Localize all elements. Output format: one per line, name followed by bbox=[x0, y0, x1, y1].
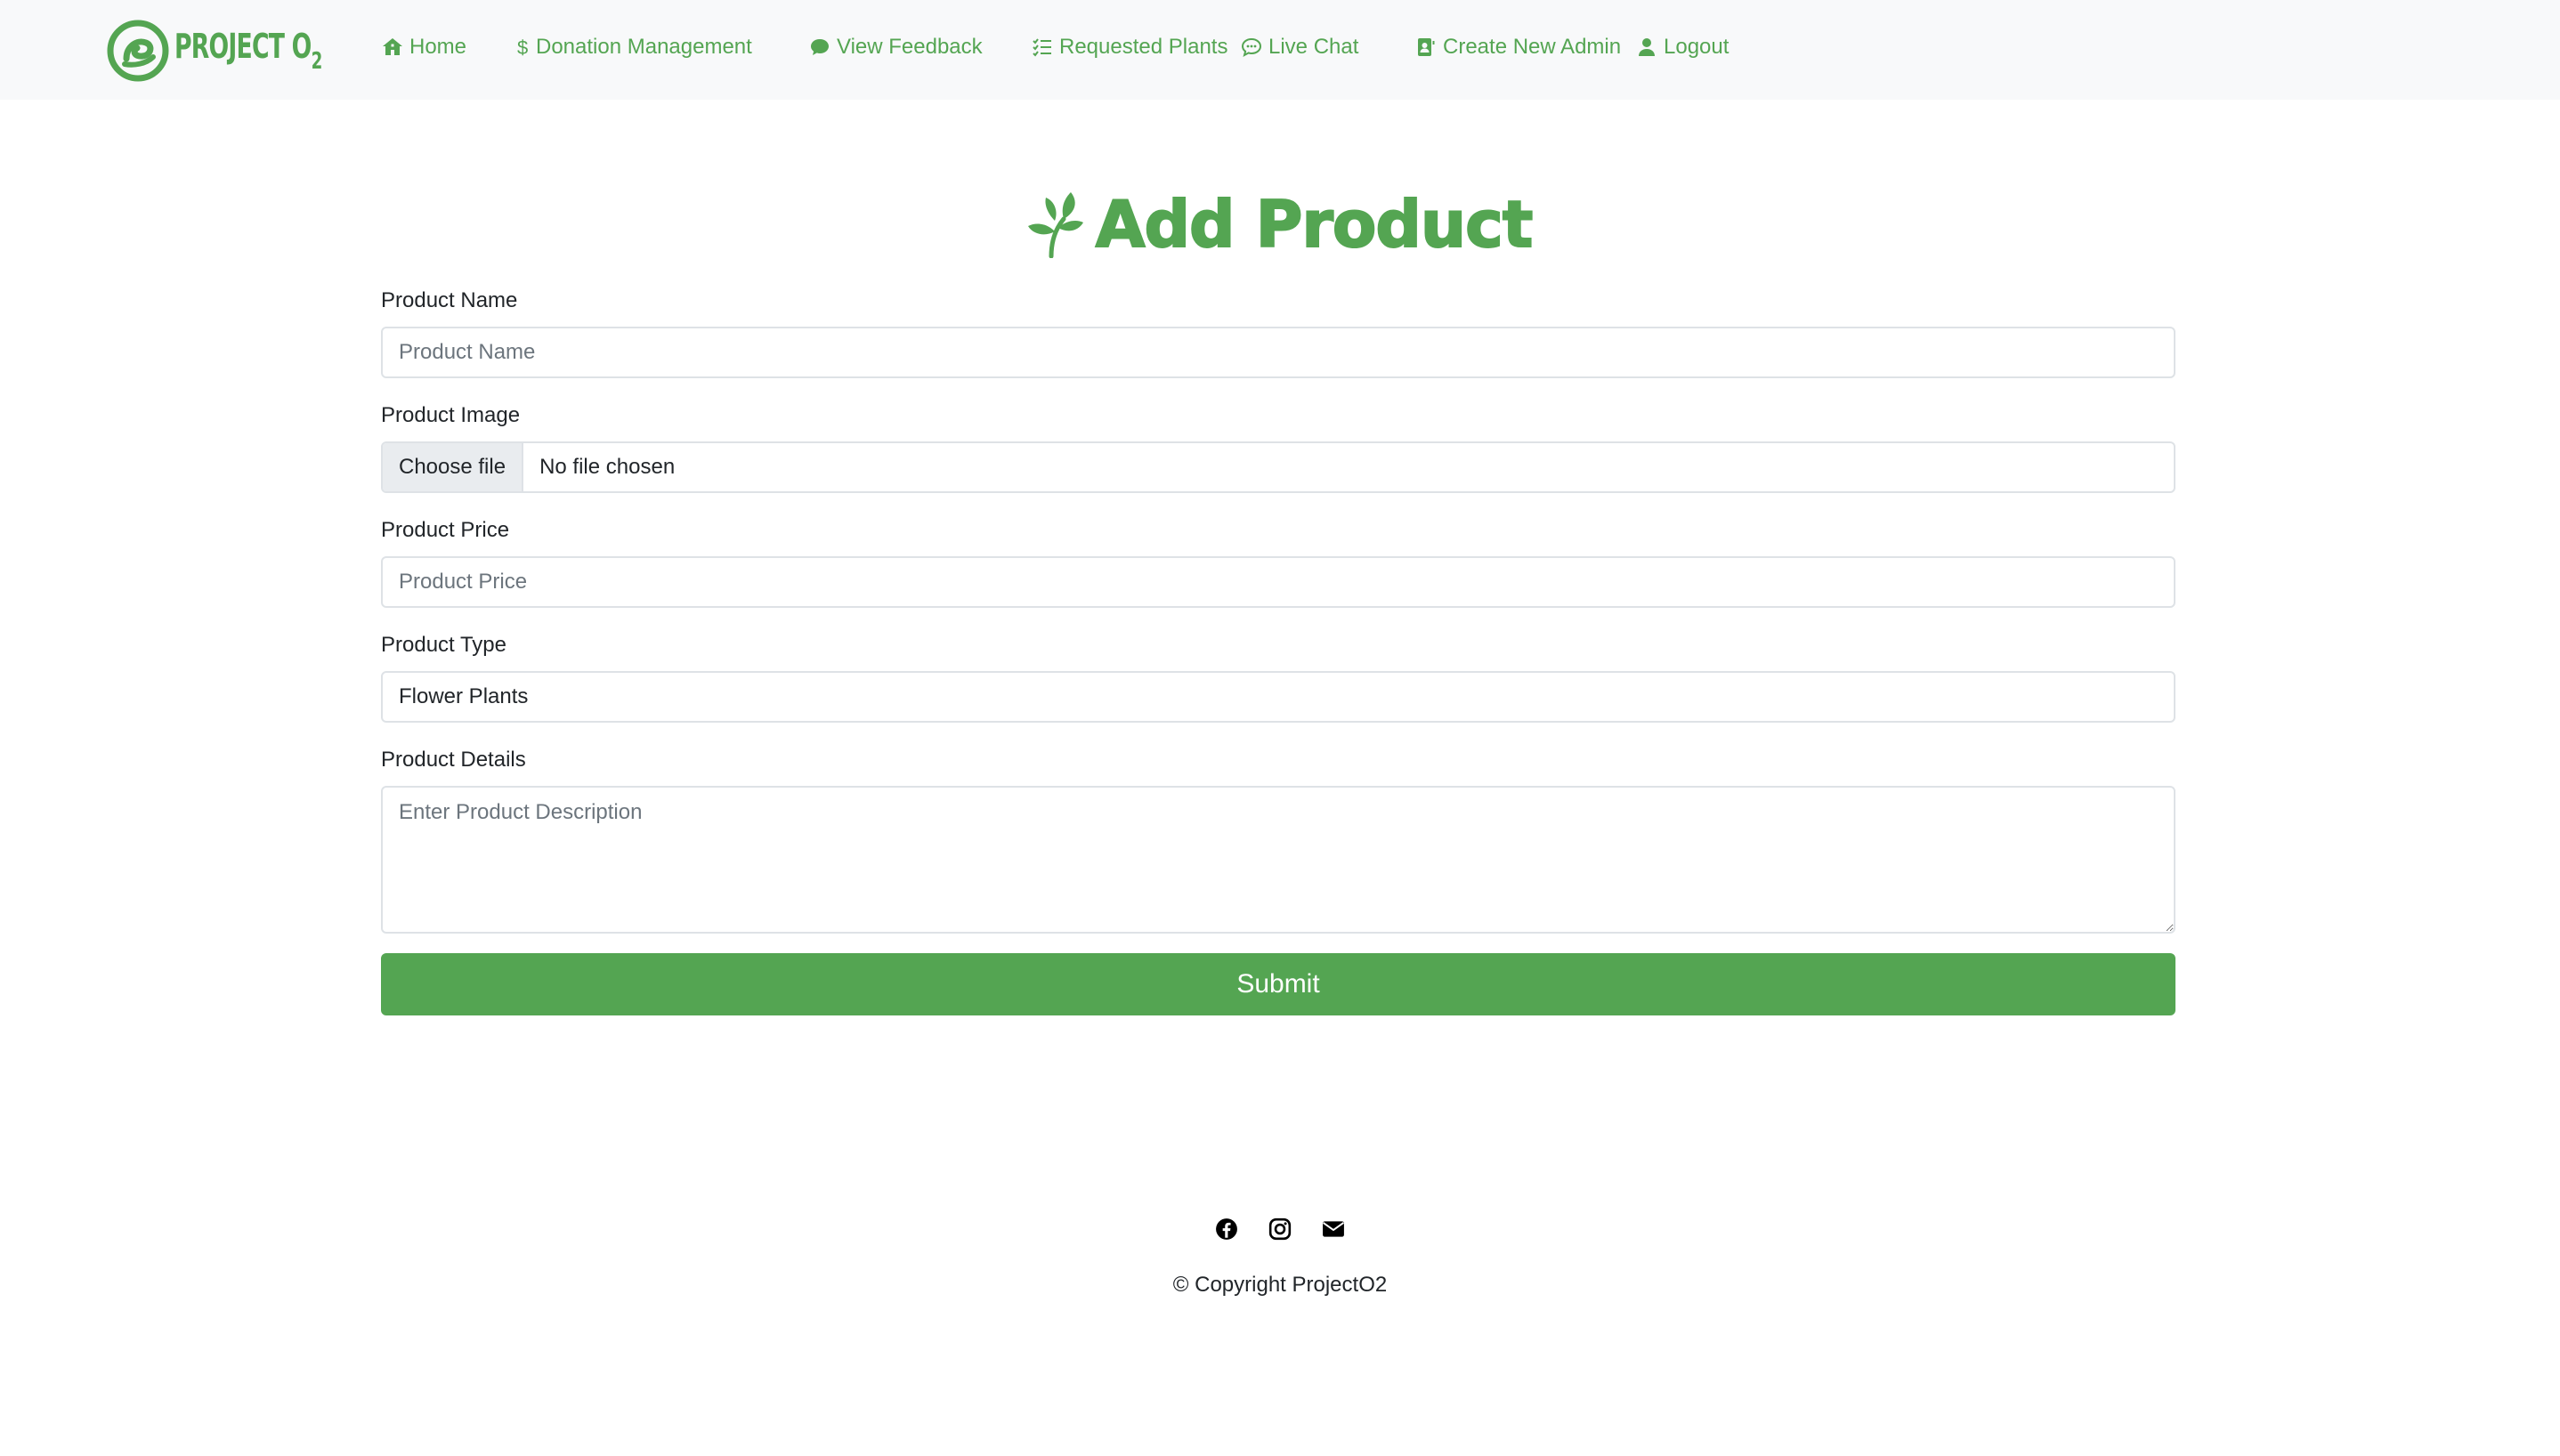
project-o2-logo-icon bbox=[107, 20, 169, 82]
submit-button[interactable]: Submit bbox=[381, 953, 2175, 1015]
social-links bbox=[0, 1217, 2560, 1241]
brand-subscript: 2 bbox=[311, 47, 323, 75]
nav-logout[interactable]: Logout bbox=[1635, 35, 1733, 60]
nav-live-chat-label: Live Chat bbox=[1268, 35, 1359, 59]
copyright-text: © Copyright ProjectO2 bbox=[1172, 1273, 1388, 1297]
product-name-input[interactable] bbox=[381, 327, 2175, 378]
dollar-icon: $ bbox=[514, 36, 531, 59]
file-status-text: No file chosen bbox=[539, 455, 676, 479]
person-badge-icon bbox=[1414, 36, 1438, 59]
page-title-text: Add Product bbox=[1095, 186, 1535, 263]
nav-live-chat[interactable]: Live Chat bbox=[1240, 35, 1414, 60]
add-product-form: Add Product Product Name Product Image C… bbox=[381, 178, 2175, 1015]
nav-create-new-admin-label: Create New Admin bbox=[1443, 35, 1622, 59]
facebook-icon[interactable] bbox=[1215, 1217, 1238, 1241]
nav-home-label: Home bbox=[409, 35, 467, 59]
chat-bubble-icon bbox=[808, 36, 831, 59]
product-name-label: Product Name bbox=[381, 288, 518, 312]
product-price-label: Product Price bbox=[381, 518, 510, 542]
product-details-label: Product Details bbox=[381, 748, 526, 772]
product-type-label: Product Type bbox=[381, 633, 506, 657]
brand-name: PROJECT O2 bbox=[174, 26, 323, 75]
nav-requested-plants-label: Requested Plants bbox=[1059, 35, 1228, 59]
chat-dots-icon bbox=[1240, 36, 1263, 59]
page-title: Add Product bbox=[381, 178, 2175, 271]
nav-donation-management-label: Donation Management bbox=[536, 35, 752, 59]
choose-file-button[interactable]: Choose file bbox=[383, 443, 524, 491]
product-price-input[interactable] bbox=[381, 556, 2175, 608]
nav-view-feedback[interactable]: View Feedback bbox=[808, 35, 1011, 60]
nav-requested-plants[interactable]: Requested Plants bbox=[1031, 35, 1276, 60]
nav-home[interactable]: Home bbox=[381, 35, 486, 60]
product-image-file-input[interactable]: Choose file No file chosen bbox=[381, 441, 2175, 493]
checklist-icon bbox=[1031, 36, 1054, 59]
nav-view-feedback-label: View Feedback bbox=[837, 35, 983, 59]
nav-donation-management[interactable]: $ Donation Management bbox=[514, 35, 808, 60]
product-type-input[interactable] bbox=[381, 671, 2175, 723]
svg-text:$: $ bbox=[517, 36, 528, 58]
instagram-icon[interactable] bbox=[1268, 1217, 1292, 1241]
product-details-textarea[interactable] bbox=[381, 786, 2175, 934]
brand-logo[interactable]: PROJECT O2 bbox=[107, 20, 363, 82]
navbar: PROJECT O2 Home $ Donation Management Vi… bbox=[0, 0, 2560, 100]
nav-logout-label: Logout bbox=[1664, 35, 1730, 59]
person-icon bbox=[1635, 36, 1658, 59]
nav-links: Home $ Donation Management View Feedback… bbox=[381, 0, 1733, 94]
envelope-icon[interactable] bbox=[1322, 1217, 1345, 1241]
product-image-label: Product Image bbox=[381, 403, 521, 427]
house-icon bbox=[381, 36, 404, 59]
leaf-sprout-icon bbox=[1027, 192, 1083, 258]
